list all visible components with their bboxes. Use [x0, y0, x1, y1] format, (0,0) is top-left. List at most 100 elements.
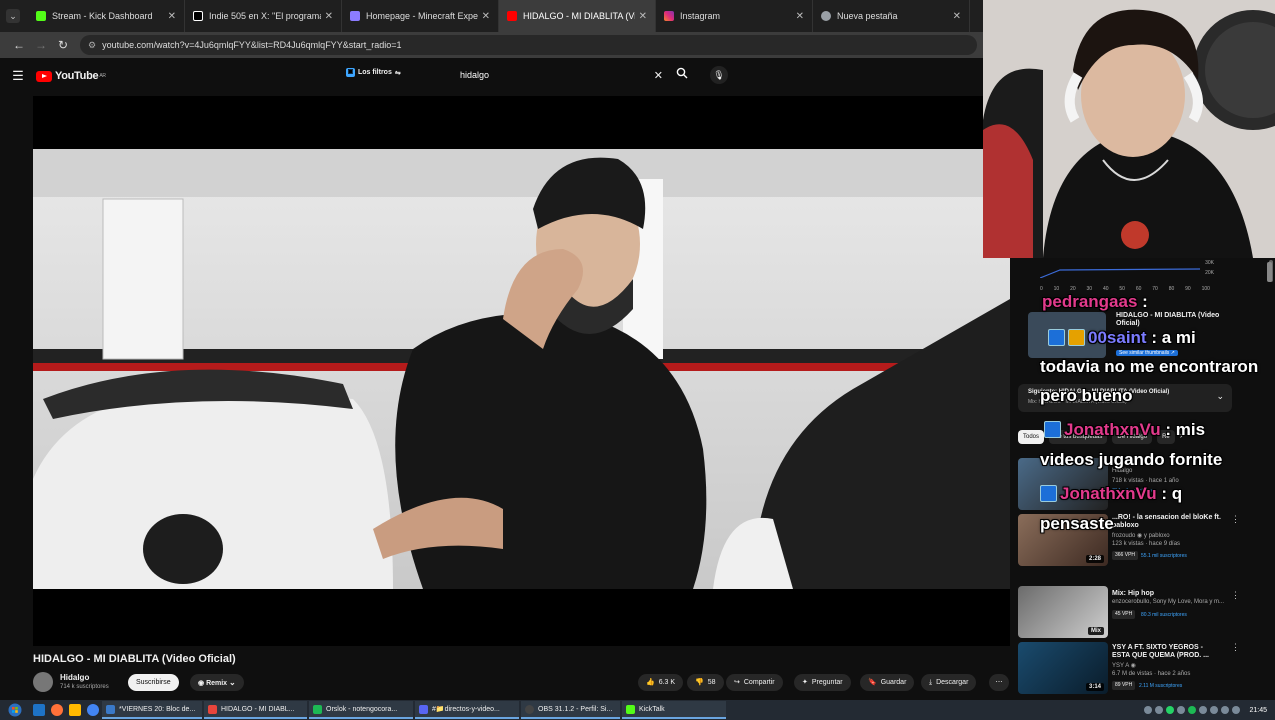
like-button[interactable]: 👍 6.3 K	[638, 674, 684, 691]
network-icon[interactable]	[1221, 706, 1230, 714]
ask-label: Preguntar	[811, 679, 843, 686]
tray-icon[interactable]	[1144, 706, 1153, 714]
tab-search-menu-icon[interactable]: ⌄	[6, 9, 20, 23]
tray-icon[interactable]	[1177, 706, 1186, 714]
youtube-logo[interactable]: YouTube AR	[36, 70, 106, 82]
chip-from-hidalgo[interactable]: De Hidalgo	[1112, 430, 1153, 444]
forward-icon[interactable]: →	[30, 38, 52, 52]
tab-label: HIDALGO - MI DIABLITA (Video	[523, 11, 635, 21]
chip-from-searches[interactable]: De tus búsquedas	[1049, 430, 1108, 444]
tab-new-tab[interactable]: Nueva pestaña ✕	[813, 0, 970, 32]
folder-icon[interactable]	[69, 704, 81, 716]
chrome-favicon-icon	[821, 11, 831, 21]
spotify-icon	[313, 704, 322, 714]
spotify-tray-icon[interactable]	[1188, 706, 1197, 714]
tab-instagram[interactable]: Instagram ✕	[656, 0, 813, 32]
volume-icon[interactable]	[1232, 706, 1241, 714]
windows-taskbar: *VIERNES 20: Bloc de... HIDALGO - MI DIA…	[0, 700, 1275, 720]
close-icon[interactable]: ✕	[325, 11, 333, 22]
channel-name[interactable]: Hidalgo	[60, 673, 89, 682]
notepad-icon	[106, 704, 115, 714]
clock[interactable]: 21:45	[1249, 707, 1267, 714]
whatsapp-icon[interactable]	[1166, 706, 1175, 714]
url-field[interactable]: ⚙ youtube.com/watch?v=4Ju6qmlqFYY&list=R…	[80, 35, 977, 55]
clear-search-icon[interactable]: ✕	[654, 69, 663, 82]
tab-minecraft[interactable]: Homepage - Minecraft Experien ✕	[342, 0, 499, 32]
more-options-icon[interactable]: ⋮	[1231, 642, 1240, 653]
filter-chips: Todos De tus búsquedas De Hidalgo Re ›	[1018, 430, 1243, 446]
close-icon[interactable]: ✕	[796, 11, 804, 22]
similar-thumbnails-link[interactable]: See similar thumbnails ↗	[1116, 350, 1178, 356]
up-next-queue[interactable]: Siguiente: HIDALGO - MI DIABLITA (Video …	[1018, 384, 1232, 412]
close-icon[interactable]: ✕	[482, 11, 490, 22]
reload-icon[interactable]: ↻	[52, 38, 74, 52]
reco-subs: 80.3 mil suscriptores	[1141, 612, 1187, 618]
more-options-icon[interactable]: ⋮	[1231, 590, 1240, 601]
edge-icon[interactable]	[33, 704, 45, 716]
voice-search-icon[interactable]: 🎙	[710, 66, 728, 84]
close-icon[interactable]: ✕	[168, 11, 176, 22]
share-button[interactable]: ↪ Compartir	[726, 674, 783, 691]
vph-badge: 45 VPH	[1112, 610, 1136, 619]
tab-kick-dashboard[interactable]: Stream - Kick Dashboard ✕	[28, 0, 185, 32]
region-code: AR	[99, 73, 106, 79]
thumbnail: 3:14	[1018, 642, 1108, 694]
save-label: Guardar	[880, 679, 907, 686]
close-icon[interactable]: ✕	[639, 11, 647, 22]
taskbar-app-chrome[interactable]: HIDALGO - MI DIABL...	[204, 701, 307, 719]
chevron-right-icon[interactable]: ›	[1180, 430, 1183, 446]
vph-badge: 89 VPH	[1112, 681, 1136, 690]
tray-icon[interactable]	[1155, 706, 1164, 714]
taskbar-app-spotify[interactable]: Orslok - notengocora...	[309, 701, 413, 719]
subscribe-button[interactable]: Suscribirse	[128, 674, 179, 691]
youtube-sidebar: 30K 20K 0 10 20 30 40 50 60 70 80 90 100 HIDALGO - …	[1010, 258, 1275, 700]
more-actions-icon[interactable]: ⋯	[989, 674, 1009, 691]
download-label: Descargar	[936, 679, 969, 686]
reco-meta: 123 k vistas · hace 9 días	[1112, 541, 1181, 547]
webcam-overlay	[983, 0, 1275, 258]
tab-label: Instagram	[680, 11, 721, 21]
sliders-icon: ⇋	[394, 69, 401, 77]
queue-mix-title: Mix: HIDALGO - MI DIABLITA (Video Oficia…	[1028, 399, 1127, 405]
chevron-down-icon[interactable]: ⌄	[1216, 391, 1224, 402]
save-button[interactable]: 🔖 Guardar	[860, 674, 915, 691]
ask-button[interactable]: ✦ Preguntar	[794, 674, 851, 691]
video-player[interactable]	[33, 96, 1010, 646]
filters-label: Los filtros	[358, 69, 392, 76]
now-playing-card[interactable]: HIDALGO - MI DIABLITA (Video Oficial) Se…	[1028, 312, 1228, 366]
chevron-down-icon: ⌄	[229, 678, 236, 687]
taskbar-app-notepad[interactable]: *VIERNES 20: Bloc de...	[102, 701, 202, 719]
taskbar-app-discord[interactable]: #📁directos-y-video...	[415, 701, 519, 719]
filters-button[interactable]: ▣ Los filtros ⇋	[346, 68, 401, 77]
recommended-video[interactable]: 2:28 ...RO! - la sensacion del bloKe ft.…	[1018, 514, 1240, 568]
download-button[interactable]: ⤓ Descargar	[921, 674, 977, 691]
recommended-video[interactable]: Mix Mix: Hip hop enzocerobullo, Sony My …	[1018, 586, 1240, 640]
page-scrollbar[interactable]	[1267, 262, 1272, 282]
close-icon[interactable]: ✕	[953, 11, 961, 22]
search-input[interactable]	[452, 70, 632, 80]
tray-icon[interactable]	[1199, 706, 1208, 714]
chrome-icon[interactable]	[87, 704, 99, 716]
taskbar-app-kicktalk[interactable]: KickTalk	[622, 701, 726, 719]
chip-related[interactable]: Re	[1157, 430, 1175, 444]
chip-todos[interactable]: Todos	[1018, 430, 1045, 444]
dislike-button[interactable]: 👎 58	[687, 674, 724, 691]
vph-badge: 366 VPH	[1112, 551, 1139, 560]
recommended-video[interactable]: 3:14 YSY A FT. SIXTO YEGROS - ESTA QUE Q…	[1018, 642, 1240, 696]
taskbar-app-obs[interactable]: OBS 31.1.2 - Perfil: Si...	[521, 701, 620, 719]
browser-tab-bar: ⌄ Stream - Kick Dashboard ✕ Indie 505 en…	[0, 0, 983, 32]
firefox-icon[interactable]	[51, 704, 63, 716]
tab-youtube-hidalgo[interactable]: HIDALGO - MI DIABLITA (Video ✕	[499, 0, 656, 32]
recommended-video[interactable]: Hidalgo 718 k vistas · hace 1 año 714 mi…	[1018, 458, 1240, 512]
back-icon[interactable]: ←	[8, 38, 30, 52]
more-options-icon[interactable]: ⋮	[1231, 514, 1240, 525]
tray-icon[interactable]	[1210, 706, 1219, 714]
channel-avatar[interactable]	[33, 672, 53, 692]
remix-button[interactable]: ◉ Remix ⌄	[190, 674, 244, 691]
search-icon[interactable]	[676, 67, 688, 82]
tab-x-indie505[interactable]: Indie 505 en X: "El programado ✕	[185, 0, 342, 32]
share-icon: ↪	[734, 679, 740, 686]
site-info-icon[interactable]: ⚙	[88, 40, 96, 51]
menu-icon[interactable]: ☰	[0, 68, 36, 84]
start-icon[interactable]	[0, 700, 30, 720]
